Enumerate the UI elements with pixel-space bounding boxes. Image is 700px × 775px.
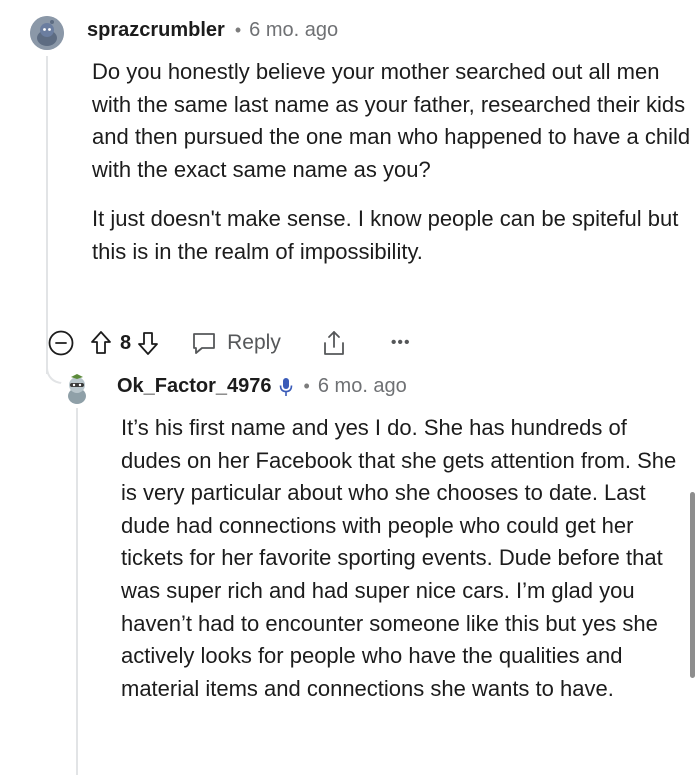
- reply-label: Reply: [227, 331, 281, 354]
- reply-bubble-icon: [193, 333, 216, 354]
- downvote-arrow-icon: [138, 332, 159, 355]
- comment-action-bar: 8 Reply •••: [48, 325, 411, 361]
- downvote-button[interactable]: [137, 330, 159, 356]
- snoo-avatar-icon: [68, 374, 86, 404]
- comment-meta: sprazcrumbler • 6 mo. ago: [87, 19, 338, 42]
- meta-separator: •: [303, 376, 310, 396]
- comment-paragraph: It just doesn't make sense. I know peopl…: [92, 206, 679, 264]
- reply-username[interactable]: Ok_Factor_4976: [117, 375, 272, 398]
- user-avatar[interactable]: [30, 16, 64, 50]
- collapse-minus-icon: [48, 330, 74, 356]
- reply-user-avatar[interactable]: [60, 372, 94, 406]
- comment-thread: sprazcrumbler • 6 mo. ago Do you honestl…: [0, 0, 700, 775]
- snoo-avatar-icon: [30, 16, 64, 50]
- share-icon: [323, 331, 344, 355]
- comment-username[interactable]: sprazcrumbler: [87, 19, 225, 42]
- collapse-button[interactable]: [48, 330, 74, 356]
- upvote-button[interactable]: [90, 330, 112, 356]
- comment-timestamp: 6 mo. ago: [249, 19, 339, 41]
- reply-thread-line[interactable]: [76, 408, 78, 775]
- comment-paragraph: Do you honestly believe your mother sear…: [92, 59, 691, 182]
- reply-timestamp: 6 mo. ago: [317, 375, 407, 397]
- reply-button[interactable]: Reply: [191, 331, 281, 355]
- reply-body: It’s his first name and yes I do. She ha…: [121, 412, 681, 722]
- vote-count: 8: [120, 331, 132, 354]
- more-options-button[interactable]: •••: [391, 334, 411, 352]
- scrollbar[interactable]: [690, 492, 695, 678]
- upvote-arrow-icon: [91, 331, 111, 354]
- comment-body: Do you honestly believe your mother sear…: [92, 56, 692, 286]
- meta-separator: •: [234, 20, 242, 40]
- reply-paragraph: It’s his first name and yes I do. She ha…: [121, 415, 677, 701]
- reply-meta: Ok_Factor_4976 • 6 mo. ago: [117, 375, 407, 398]
- microphone-icon: [278, 376, 294, 398]
- share-button[interactable]: [321, 329, 347, 357]
